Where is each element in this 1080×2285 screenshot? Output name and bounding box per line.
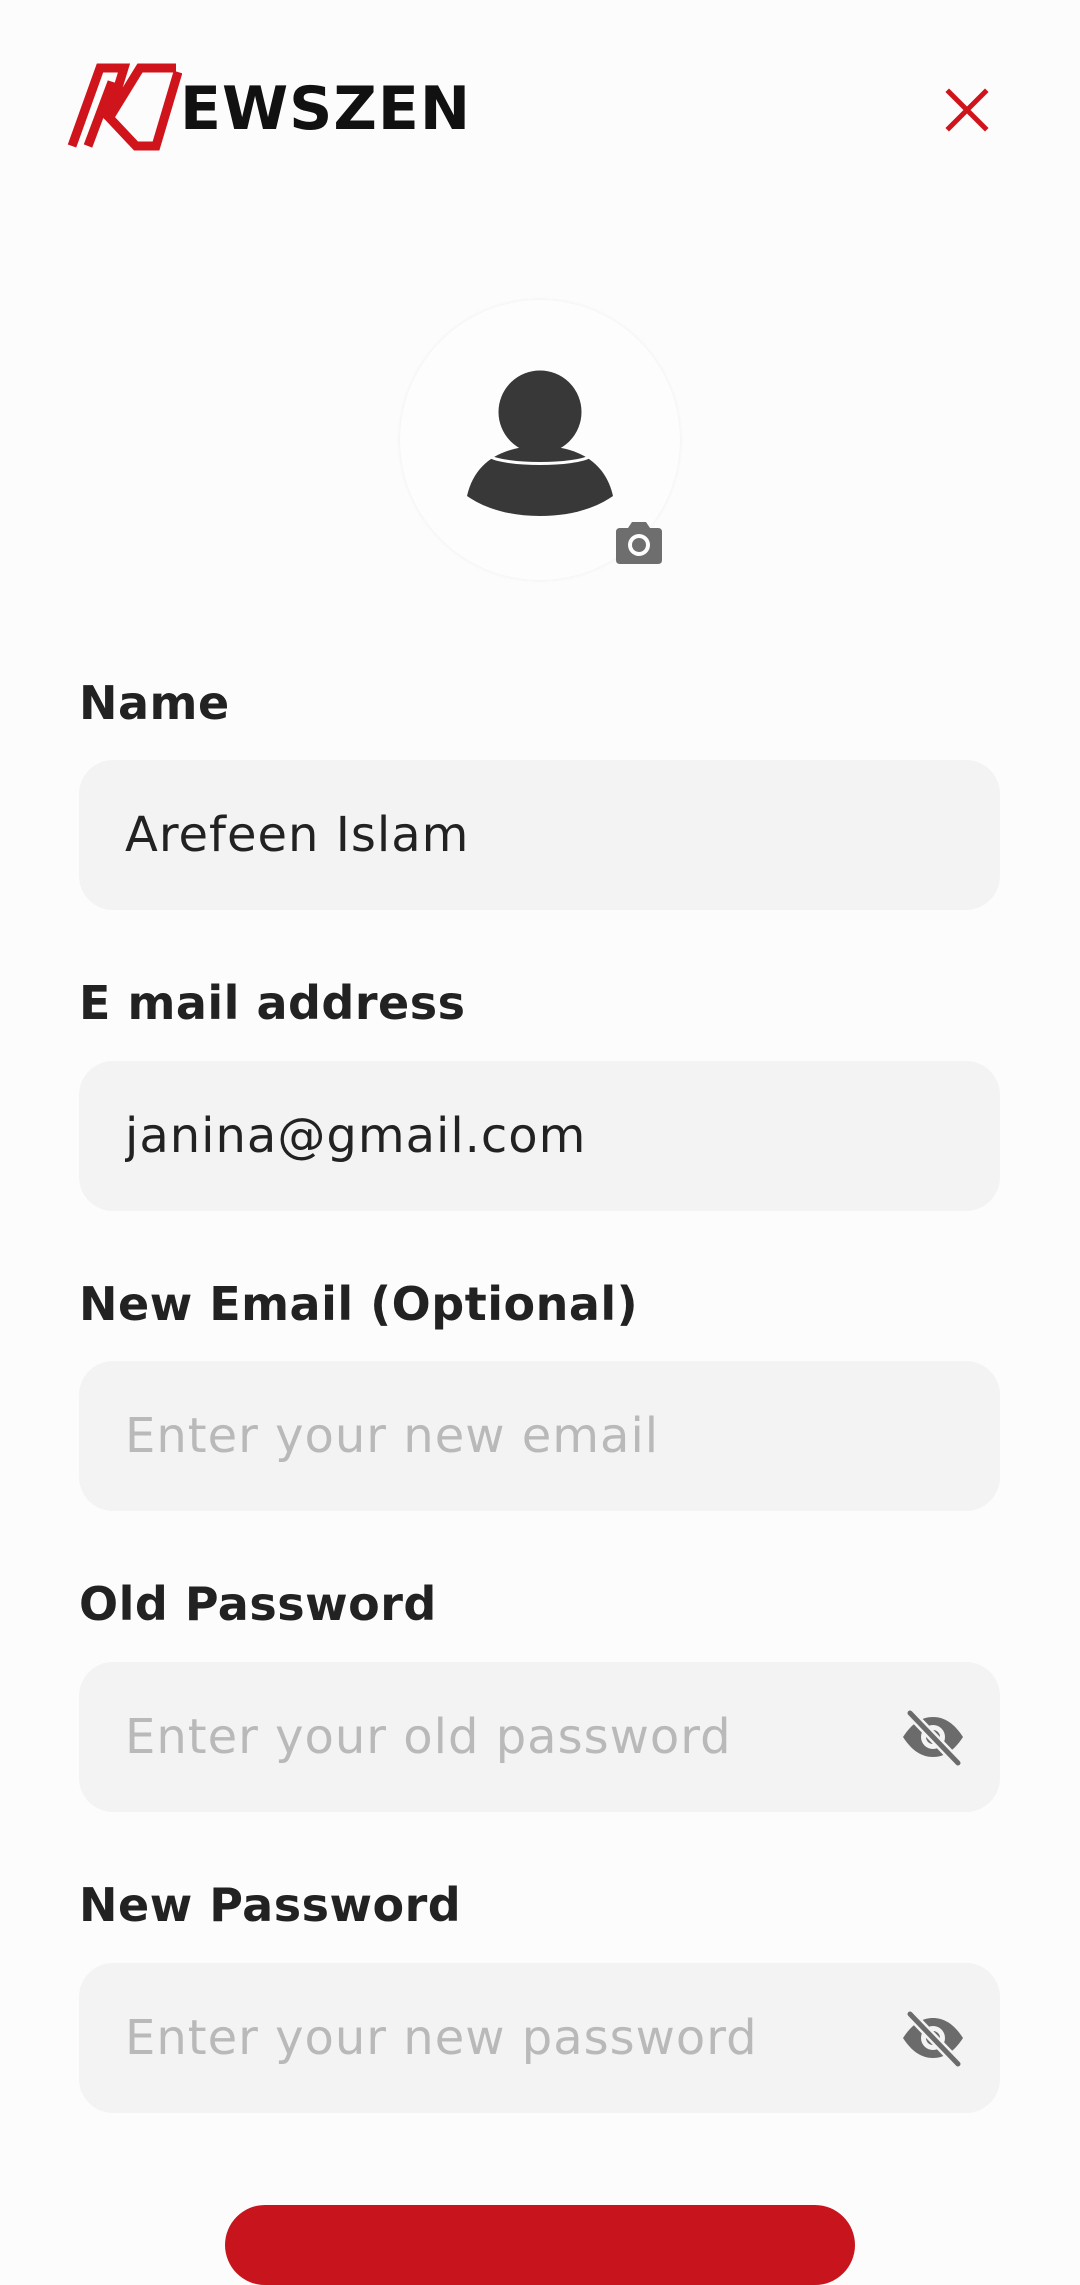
camera-icon[interactable]	[612, 518, 666, 568]
eye-off-icon[interactable]	[900, 1707, 966, 1767]
eye-off-icon[interactable]	[900, 2008, 966, 2068]
old-password-field-container	[79, 1662, 1000, 1812]
name-input[interactable]	[125, 760, 905, 910]
update-profile-button[interactable]	[225, 2205, 855, 2285]
new-password-field-container	[79, 1963, 1000, 2113]
close-icon	[945, 88, 989, 132]
close-button[interactable]	[935, 78, 999, 142]
new-email-input[interactable]	[125, 1361, 905, 1511]
logo-text: EWSZEN	[180, 74, 472, 144]
newszen-logo: EWSZEN	[66, 62, 471, 152]
email-input[interactable]	[125, 1061, 905, 1211]
new-password-label: New Password	[79, 1878, 462, 1932]
new-password-input[interactable]	[125, 1963, 905, 2113]
old-password-label: Old Password	[79, 1577, 437, 1631]
person-icon	[467, 368, 613, 516]
name-field-container	[79, 760, 1000, 910]
new-email-label: New Email (Optional)	[79, 1277, 639, 1331]
new-email-field-container	[79, 1361, 1000, 1511]
app-header: EWSZEN	[0, 0, 1080, 200]
email-field-container	[79, 1061, 1000, 1211]
name-label: Name	[79, 676, 230, 730]
old-password-input[interactable]	[125, 1662, 905, 1812]
logo-n-mark-icon	[67, 63, 182, 151]
profile-avatar[interactable]	[400, 300, 680, 580]
email-label: E mail address	[79, 976, 466, 1030]
